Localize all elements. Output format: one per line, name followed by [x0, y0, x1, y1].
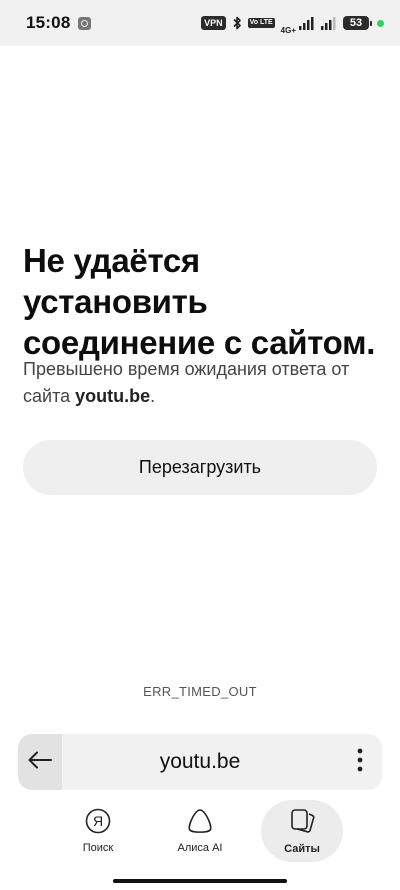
svg-text:Я: Я — [93, 813, 103, 829]
notification-icon — [78, 16, 92, 30]
signal-icon-sim1 — [299, 16, 315, 30]
yandex-search-icon: Я — [85, 808, 111, 839]
nav-sites[interactable]: Сайты — [261, 800, 343, 862]
error-description: Превышено время ожидания ответа от сайта… — [23, 359, 350, 406]
nav-alice[interactable]: Алиса AI — [159, 800, 241, 862]
nav-search[interactable]: Я Поиск — [57, 800, 139, 862]
status-time: 15:08 — [26, 13, 71, 32]
signal-icon-sim2 — [321, 16, 337, 30]
volte-badge: Vo LTE — [247, 18, 275, 28]
nav-search-label: Поиск — [82, 842, 114, 854]
error-site-name: youtu.be — [75, 386, 151, 406]
network-type-label: 4G+ — [280, 25, 296, 35]
more-menu-button[interactable] — [338, 734, 382, 790]
charging-dot-icon — [377, 19, 384, 27]
back-button[interactable] — [18, 734, 62, 790]
url-field[interactable]: youtu.be — [62, 750, 338, 774]
tabs-icon — [288, 807, 316, 840]
reload-button[interactable]: Перезагрузить — [23, 440, 377, 495]
home-indicator[interactable] — [113, 879, 287, 883]
bottom-nav: Я Поиск Алиса AI Сайты — [0, 800, 400, 866]
battery-indicator: 53 — [343, 16, 372, 30]
bluetooth-icon — [232, 16, 242, 30]
address-bar: youtu.be — [18, 734, 382, 790]
error-title: Не удаётся установить соединение с сайто… — [23, 242, 376, 361]
more-vertical-icon — [357, 748, 363, 777]
status-bar: 15:08 VPN Vo LTE 4G+ 53 — [0, 0, 400, 46]
arrow-left-icon — [27, 750, 53, 775]
alice-icon — [186, 808, 214, 839]
status-icons: VPN Vo LTE 4G+ 53 — [201, 12, 384, 35]
vpn-badge: VPN — [201, 16, 226, 30]
error-code: ERR_TIMED_OUT — [143, 684, 257, 699]
nav-alice-label: Алиса AI — [177, 842, 223, 854]
nav-sites-label: Сайты — [284, 843, 320, 855]
